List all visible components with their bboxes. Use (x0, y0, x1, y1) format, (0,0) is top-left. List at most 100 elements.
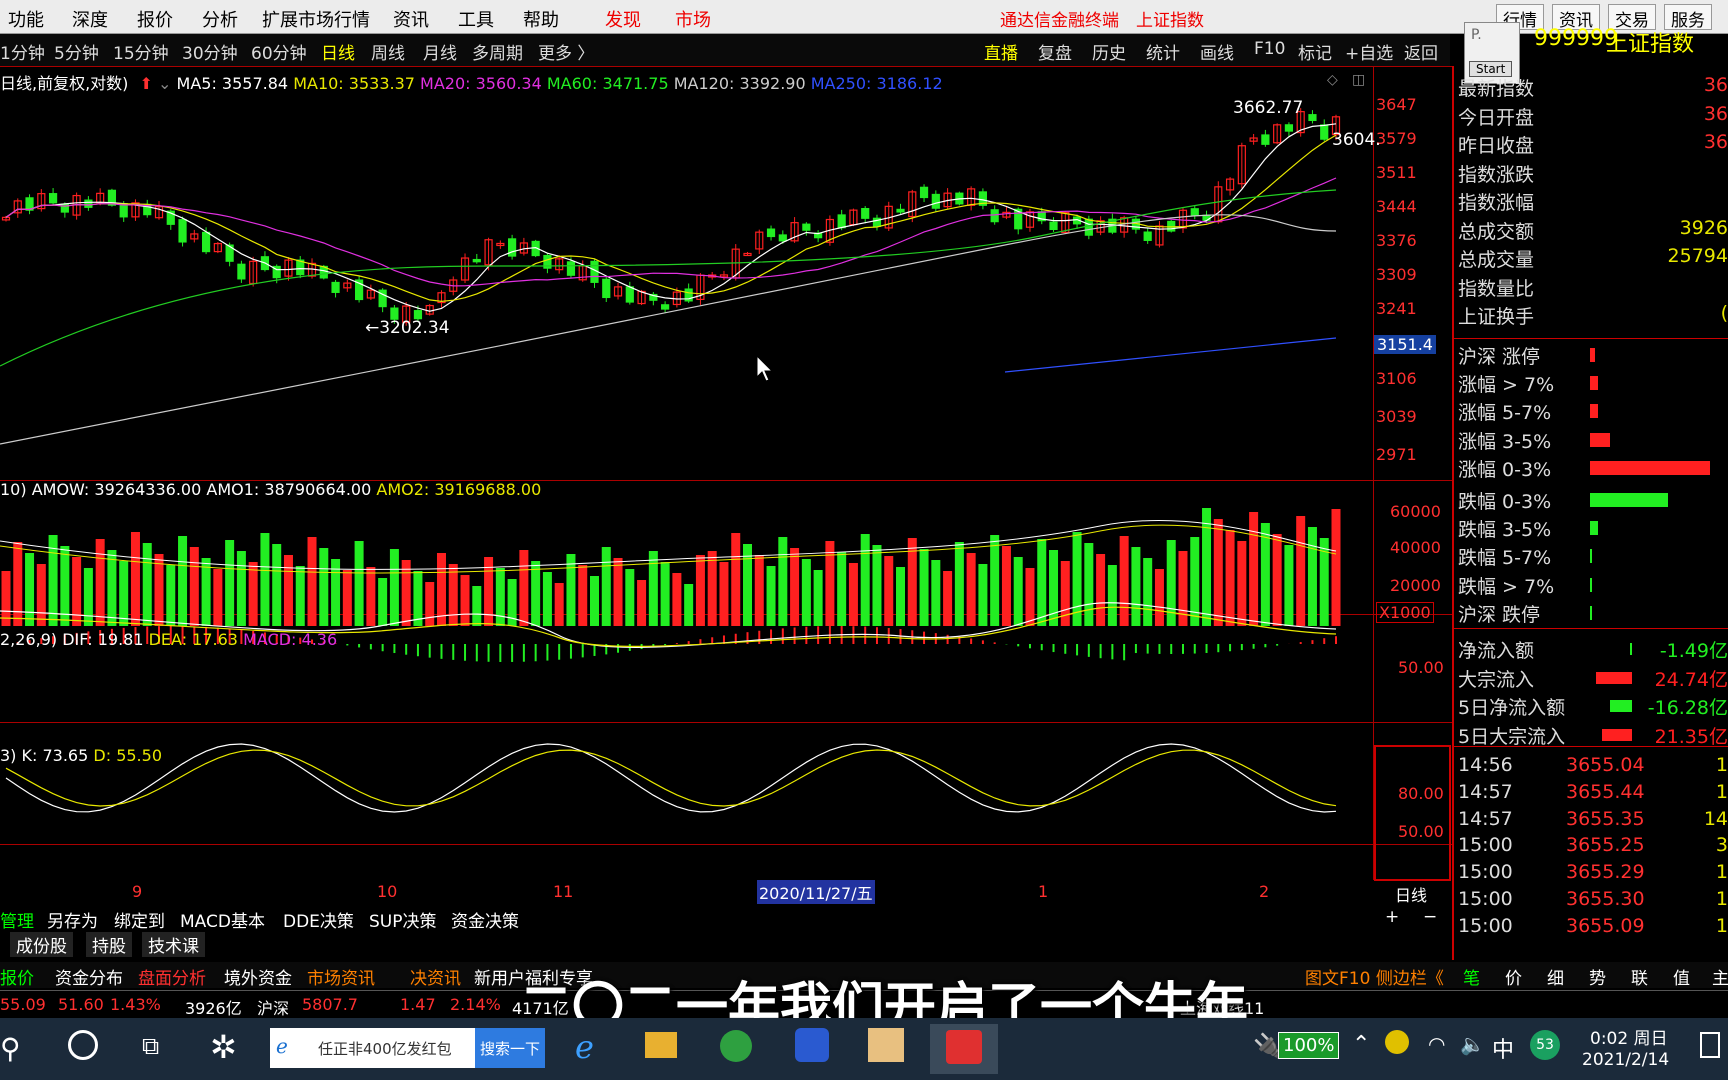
volume-bar (13, 542, 23, 626)
tool-draw[interactable]: 画线 (1200, 39, 1234, 64)
pinwheel-icon[interactable]: ✲ (210, 1028, 237, 1066)
tab-components[interactable]: 成份股 (10, 932, 73, 957)
menu-quote[interactable]: 报价 (137, 6, 173, 32)
volume-bar (189, 547, 199, 626)
tab-board-analysis[interactable]: 盘面分析 (138, 964, 206, 989)
volume-bar (366, 567, 376, 626)
tab-trend[interactable]: 势 (1589, 964, 1606, 989)
chevron-up-icon[interactable]: ⌃ (1352, 1032, 1370, 1057)
notification-badge[interactable]: 53 (1530, 1030, 1560, 1060)
folder-icon[interactable] (645, 1032, 677, 1058)
volume-bar (36, 564, 46, 626)
tool-history[interactable]: 历史 (1092, 39, 1126, 64)
ma5-line (5, 123, 1337, 312)
search-input[interactable]: 任正非400亿发红包 (318, 1038, 452, 1059)
zoom-in-button[interactable]: + (1385, 907, 1399, 927)
tool-mark[interactable]: 标记 (1298, 39, 1332, 64)
menu-discover[interactable]: 发现 (605, 6, 641, 32)
app-green-icon[interactable] (720, 1030, 752, 1062)
app-blue-icon[interactable] (795, 1028, 829, 1062)
tab-holdings[interactable]: 持股 (86, 932, 132, 957)
search-icon[interactable]: ⚲ (0, 1032, 21, 1065)
window-icon[interactable]: ◫ (1352, 72, 1365, 88)
tab-price[interactable]: 价 (1505, 964, 1522, 989)
cortana-icon[interactable] (68, 1030, 98, 1060)
volume-bar (1001, 546, 1011, 626)
action-center-icon[interactable] (1700, 1032, 1720, 1058)
period-30min[interactable]: 30分钟 (182, 39, 238, 64)
menu-help[interactable]: 帮助 (523, 6, 559, 32)
tray-app-icon[interactable] (1385, 1030, 1409, 1054)
period-5min[interactable]: 5分钟 (54, 39, 99, 64)
tab-value[interactable]: 值 (1673, 964, 1690, 989)
browser-search-box[interactable]: ℯ 任正非400亿发红包 (270, 1028, 475, 1068)
tab-saveas[interactable]: 另存为 (47, 907, 98, 932)
quote-stat-label: 指数涨跌 (1458, 163, 1535, 186)
period-multi[interactable]: 多周期 (472, 39, 523, 64)
menu-depth[interactable]: 深度 (72, 6, 108, 32)
candle-body (919, 186, 929, 199)
period-1min[interactable]: 1分钟 (0, 39, 45, 64)
tool-stats[interactable]: 统计 (1146, 39, 1180, 64)
period-more[interactable]: 更多 〉 (538, 39, 594, 64)
menu-news[interactable]: 资讯 (393, 6, 429, 32)
ime-indicator[interactable]: 中 (1492, 1032, 1514, 1064)
tab-sup[interactable]: SUP决策 (369, 907, 437, 932)
menu-analysis[interactable]: 分析 (202, 6, 238, 32)
tab-foreign-fund[interactable]: 境外资金 (224, 964, 292, 989)
tab-decision-news[interactable]: 决资讯 (410, 964, 461, 989)
breadth-bar (1590, 376, 1598, 391)
clock-date[interactable]: 2021/2/14 (1582, 1050, 1669, 1070)
tab-tick[interactable]: 笔 (1463, 964, 1480, 989)
menu-ext-market[interactable]: 扩展市场行情 (262, 6, 370, 32)
wifi-icon[interactable]: ◠ (1428, 1032, 1445, 1056)
period-15min[interactable]: 15分钟 (113, 39, 169, 64)
tool-back[interactable]: 返回 (1404, 39, 1438, 64)
search-button[interactable]: 搜索一下 (475, 1028, 545, 1068)
battery-indicator[interactable]: 100% (1278, 1032, 1340, 1059)
quote-stat-value: 36 (1703, 74, 1728, 96)
tab-bind[interactable]: 绑定到 (114, 907, 165, 932)
diamond-icon[interactable]: ◇ (1327, 72, 1338, 88)
tool-live[interactable]: 直播 (984, 39, 1018, 64)
cursor-date: 2020/11/27/五 (757, 880, 875, 904)
volume-icon[interactable]: 🔈 (1460, 1032, 1485, 1056)
k-line (5, 743, 1337, 813)
menu-function[interactable]: 功能 (8, 6, 44, 32)
sidebar-toggle[interactable]: 图文F10 侧边栏《 (1305, 964, 1444, 989)
tab-fund[interactable]: 资金决策 (451, 907, 519, 932)
tab-main[interactable]: 主 (1712, 964, 1728, 989)
tab-quote-list[interactable]: 报价 (0, 964, 34, 989)
volume-bar (660, 562, 670, 626)
volume-bar (1272, 534, 1282, 626)
quote-stat-label: 指数涨幅 (1458, 192, 1535, 214)
clock-time[interactable]: 0:02 周日 (1590, 1024, 1668, 1049)
menu-market[interactable]: 市场 (675, 6, 711, 32)
tdx-app-icon[interactable] (946, 1030, 982, 1064)
period-weekly[interactable]: 周线 (371, 39, 405, 64)
volume-bar (201, 558, 211, 626)
tab-tech-class[interactable]: 技术课 (142, 932, 205, 957)
tab-market-news[interactable]: 市场资讯 (307, 964, 375, 989)
tab-link[interactable]: 联 (1631, 964, 1648, 989)
period-monthly[interactable]: 月线 (423, 39, 457, 64)
mouse-cursor-icon (756, 355, 774, 382)
edge-icon[interactable]: ℯ (575, 1028, 594, 1066)
zoom-out-button[interactable]: − (1423, 907, 1437, 927)
tool-f10[interactable]: F10 (1254, 39, 1285, 59)
app-folder-icon[interactable] (868, 1028, 904, 1062)
tab-manage[interactable]: 管理 (0, 907, 34, 932)
quote-stat-value: 36 (1703, 131, 1728, 153)
period-daily[interactable]: 日线 (321, 39, 355, 64)
volume-bar (119, 561, 129, 626)
tab-fund-dist[interactable]: 资金分布 (55, 964, 123, 989)
tab-macd-basic[interactable]: MACD基本 (180, 907, 265, 932)
tool-replay[interactable]: 复盘 (1038, 39, 1072, 64)
tab-dde[interactable]: DDE决策 (283, 907, 354, 932)
volume-bar (601, 547, 611, 626)
period-60min[interactable]: 60分钟 (251, 39, 307, 64)
menu-tools[interactable]: 工具 (458, 6, 494, 32)
task-view-icon[interactable]: ⧉ (142, 1032, 159, 1060)
tool-add-watch[interactable]: +自选 (1345, 39, 1393, 64)
tab-detail[interactable]: 细 (1547, 964, 1564, 989)
